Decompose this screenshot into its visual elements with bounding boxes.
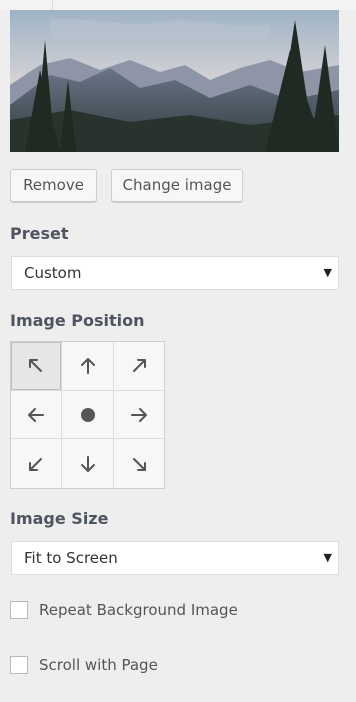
scroll-with-page-label: Scroll with Page bbox=[39, 656, 158, 674]
position-left-button[interactable] bbox=[11, 391, 62, 439]
scroll-with-page-option[interactable]: Scroll with Page bbox=[10, 656, 310, 676]
preset-select[interactable]: Custom ▼ bbox=[11, 256, 339, 290]
position-right-button[interactable] bbox=[114, 391, 164, 439]
top-strip bbox=[0, 0, 356, 10]
preset-label: Preset bbox=[10, 224, 69, 243]
position-top-left-button[interactable] bbox=[11, 342, 62, 391]
image-size-value: Fit to Screen bbox=[24, 549, 118, 567]
position-bottom-button[interactable] bbox=[62, 439, 114, 488]
repeat-background-option[interactable]: Repeat Background Image bbox=[10, 601, 310, 621]
position-top-button[interactable] bbox=[62, 342, 114, 391]
divider bbox=[52, 0, 53, 10]
arrow-left-icon bbox=[28, 407, 44, 422]
position-top-right-button[interactable] bbox=[114, 342, 164, 391]
position-bottom-left-button[interactable] bbox=[11, 439, 62, 488]
landscape-image bbox=[10, 10, 339, 152]
change-image-button[interactable]: Change image bbox=[111, 169, 243, 202]
arrow-up-left-icon bbox=[29, 359, 42, 372]
image-position-grid bbox=[10, 341, 165, 489]
image-size-select[interactable]: Fit to Screen ▼ bbox=[11, 541, 339, 575]
preset-value: Custom bbox=[24, 264, 82, 282]
dropdown-arrow-icon: ▼ bbox=[323, 266, 332, 279]
repeat-background-checkbox[interactable] bbox=[10, 601, 28, 619]
arrow-down-left-icon bbox=[29, 457, 42, 471]
scroll-with-page-checkbox[interactable] bbox=[10, 656, 28, 674]
arrow-down-right-icon bbox=[133, 457, 146, 471]
remove-image-button[interactable]: Remove bbox=[10, 169, 97, 202]
background-image-preview bbox=[10, 10, 339, 152]
dropdown-arrow-icon: ▼ bbox=[323, 551, 332, 564]
arrow-up-icon bbox=[80, 358, 95, 374]
dot-icon bbox=[80, 407, 95, 422]
position-bottom-right-button[interactable] bbox=[114, 439, 164, 488]
image-position-label: Image Position bbox=[10, 311, 145, 330]
image-size-label: Image Size bbox=[10, 509, 109, 528]
arrow-up-right-icon bbox=[133, 359, 146, 372]
arrow-down-icon bbox=[80, 455, 95, 472]
position-center-button[interactable] bbox=[62, 391, 114, 439]
repeat-background-label: Repeat Background Image bbox=[39, 601, 238, 619]
arrow-right-icon bbox=[131, 407, 147, 422]
